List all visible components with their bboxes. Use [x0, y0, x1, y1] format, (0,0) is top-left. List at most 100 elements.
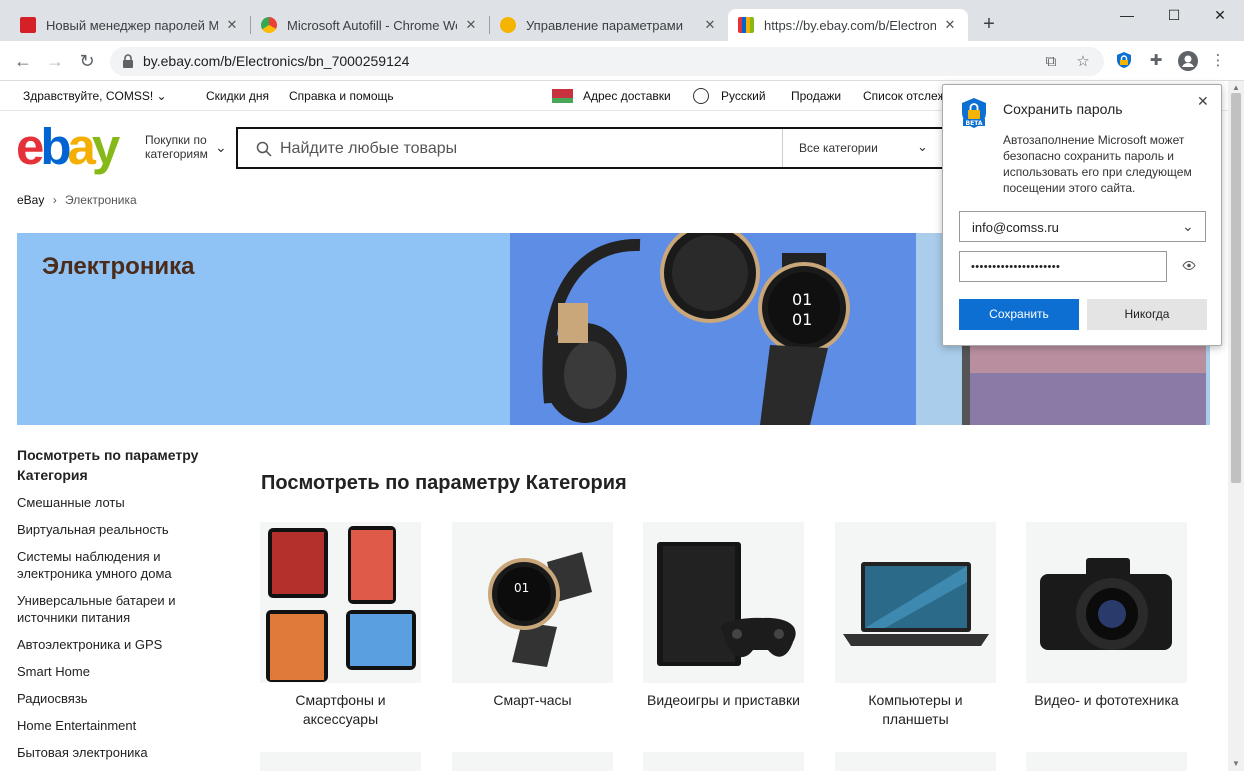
breadcrumb-current: Электроника [65, 193, 137, 207]
tab-settings[interactable]: Управление параметрами ✕ [490, 9, 728, 41]
sidebar-item-label: электроника умного дома [17, 566, 172, 581]
category-card-next-row[interactable] [643, 752, 804, 771]
lock-icon [123, 54, 133, 68]
card-label: Смарт-часы [493, 692, 572, 708]
save-button[interactable]: Сохранить [959, 299, 1079, 330]
plus-icon[interactable]: + [978, 13, 1000, 35]
dialog-description: Автозаполнение Microsoft может безопасно… [1003, 133, 1192, 195]
card-label: Компьютеры и [868, 692, 963, 708]
tab-title: Microsoft Autofill - Chrome Web [287, 17, 457, 33]
eye-show-password-icon[interactable] [1182, 261, 1196, 270]
category-card-next-row[interactable] [1026, 752, 1187, 771]
shop-by-line1: Покупки по [145, 133, 207, 147]
sidebar-item-mixed-lots[interactable]: Смешанные лоты [17, 494, 125, 511]
page-scrollbar[interactable]: ▲ ▼ [1228, 81, 1244, 771]
card-label: аксессуары [302, 711, 379, 727]
card-label: Видеоигры и приставки [647, 692, 800, 708]
reload-icon[interactable]: ↻ [76, 50, 98, 72]
tab-close-icon[interactable]: ✕ [224, 17, 240, 33]
sidebar-item-surveillance[interactable]: Системы наблюдения и электроника умного … [17, 548, 172, 582]
daily-deals-link[interactable]: Скидки дня [206, 89, 269, 103]
tab-close-icon[interactable]: ✕ [463, 17, 479, 33]
username-select[interactable]: info@comss.ru ⌄ [959, 211, 1206, 242]
sidebar-item-home-entertainment[interactable]: Home Entertainment [17, 717, 136, 734]
sidebar-item-label: Виртуальная реальность [17, 522, 169, 537]
sidebar-item-label: Универсальные батареи и [17, 593, 176, 608]
sidebar-item-label: источники питания [17, 610, 131, 625]
category-card-smartphones[interactable]: Смартфоны и аксессуары [260, 522, 421, 729]
banner-headphones-watch-image: 01 01 [510, 233, 916, 425]
microsoft-autofill-extension-icon[interactable] [1114, 51, 1134, 71]
close-icon[interactable]: ✕ [1197, 93, 1209, 110]
card-label: Смартфоны и [295, 692, 386, 708]
scrollbar-thumb[interactable] [1231, 93, 1241, 483]
autofill-lock-icon [500, 17, 516, 33]
category-card-video-games[interactable]: Видеоигры и приставки [643, 522, 804, 710]
password-value: ••••••••••••••••••••• [971, 261, 1061, 273]
minimize-icon[interactable]: — [1117, 5, 1137, 25]
ship-to-link[interactable]: Адрес доставки [583, 89, 671, 103]
sidebar-heading-line1: Посмотреть по параметру [17, 447, 199, 463]
sidebar-item-vr[interactable]: Виртуальная реальность [17, 521, 169, 538]
sidebar-item-batteries[interactable]: Универсальные батареи и источники питани… [17, 592, 176, 626]
dialog-title: Сохранить пароль [1003, 101, 1123, 117]
forward-arrow-icon[interactable]: → [44, 50, 66, 72]
tab-close-icon[interactable]: ✕ [942, 17, 958, 33]
help-link[interactable]: Справка и помощь [289, 89, 394, 103]
sell-link[interactable]: Продажи [791, 89, 841, 103]
tab-title: Управление параметрами [526, 17, 683, 33]
breadcrumb-home[interactable]: eBay [17, 193, 44, 207]
sidebar-item-label: Home Entertainment [17, 718, 137, 733]
sidebar-item-smart-home[interactable]: Smart Home [17, 663, 90, 680]
sidebar-item-label: Бытовая электроника [17, 745, 148, 760]
language-selector[interactable]: Русский [721, 89, 766, 103]
password-field[interactable]: ••••••••••••••••••••• [959, 251, 1167, 282]
address-bar[interactable]: by.ebay.com/b/Electronics/bn_7000259124 … [110, 47, 1104, 76]
extensions-puzzle-icon[interactable]: ✚ [1146, 51, 1166, 71]
sidebar-item-auto-gps[interactable]: Автоэлектроника и GPS [17, 636, 162, 653]
translate-icon[interactable]: ⧉ [1042, 54, 1060, 70]
category-select[interactable]: Все категории ⌄ [782, 129, 944, 167]
scroll-up-icon[interactable]: ▲ [1232, 83, 1240, 92]
sidebar-item-household[interactable]: Бытовая электроника [17, 744, 148, 761]
category-card-next-row[interactable] [260, 752, 421, 771]
svg-text:01: 01 [514, 581, 529, 595]
chevron-down-icon: ⌄ [917, 139, 928, 154]
back-arrow-icon[interactable]: ← [12, 50, 34, 72]
globe-icon [693, 88, 709, 104]
chevron-down-icon: ⌄ [1182, 218, 1194, 234]
ebay-favicon-icon [738, 17, 754, 33]
tab-password-manager[interactable]: Новый менеджер паролей Micr ✕ [10, 9, 250, 41]
tab-close-icon[interactable]: ✕ [702, 17, 718, 33]
category-card-smartwatches[interactable]: 01 Смарт-часы [452, 522, 613, 710]
category-card-cameras[interactable]: Видео- и фототехника [1026, 522, 1187, 710]
category-card-next-row[interactable] [452, 752, 613, 771]
chevron-down-icon[interactable]: ⌄ [215, 139, 227, 156]
search-input[interactable] [280, 137, 760, 161]
profile-avatar-icon[interactable] [1178, 51, 1198, 71]
breadcrumb-separator: › [52, 193, 57, 207]
watchlist-link[interactable]: Список отслеж [863, 89, 946, 103]
never-button[interactable]: Никогда [1087, 299, 1207, 330]
sidebar-item-label: Смешанные лоты [17, 495, 125, 510]
category-card-computers[interactable]: Компьютеры и планшеты [835, 522, 996, 729]
favicon-icon [20, 17, 36, 33]
card-label: планшеты [882, 711, 949, 727]
greeting-link[interactable]: Здравствуйте, COMSS! ⌄ [23, 89, 167, 103]
shop-by-line2: категориям [145, 147, 208, 161]
tab-ebay[interactable]: https://by.ebay.com/b/Electronic ✕ [728, 9, 968, 41]
chrome-webstore-icon [261, 17, 277, 33]
camera-image [1026, 522, 1187, 683]
tab-autofill[interactable]: Microsoft Autofill - Chrome Web ✕ [251, 9, 489, 41]
close-icon[interactable]: ✕ [1210, 5, 1230, 25]
star-bookmark-icon[interactable]: ☆ [1074, 54, 1092, 70]
sidebar-item-radio[interactable]: Радиосвязь [17, 690, 88, 707]
card-label: Видео- и фототехника [1034, 692, 1179, 708]
maximize-icon[interactable]: ☐ [1164, 5, 1184, 25]
shop-by-category-button[interactable]: Покупки по категориям [145, 133, 208, 161]
search-icon [256, 141, 272, 157]
ebay-logo[interactable]: ebay [16, 119, 120, 175]
menu-kebab-icon[interactable]: ⋮ [1208, 51, 1228, 71]
scroll-down-icon[interactable]: ▼ [1232, 759, 1240, 768]
category-card-next-row[interactable] [835, 752, 996, 771]
